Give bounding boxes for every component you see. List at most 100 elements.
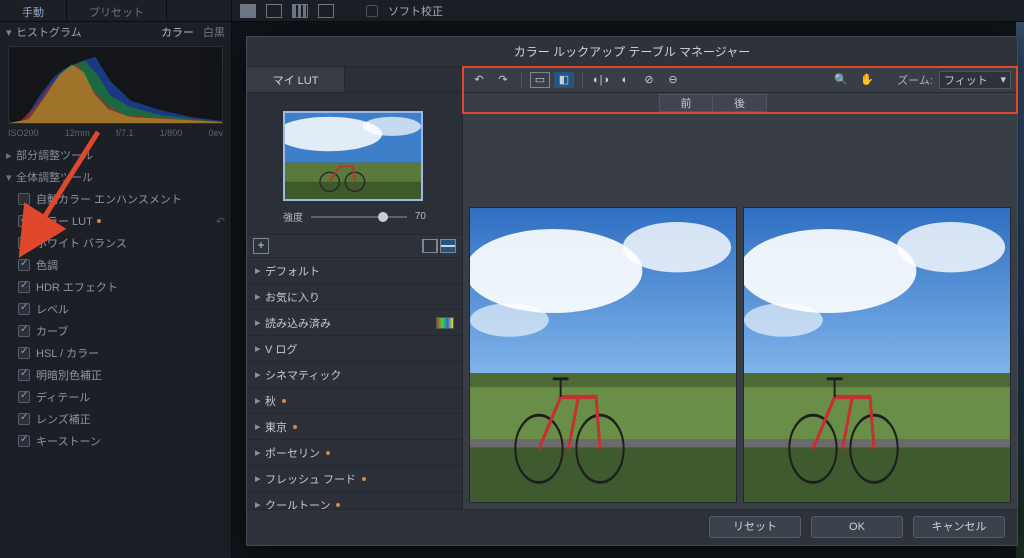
cancel-button[interactable]: キャンセル xyxy=(913,516,1005,538)
adj-curve-check[interactable] xyxy=(18,325,30,337)
adj-lum-check[interactable] xyxy=(18,369,30,381)
adj-color-lut-label: カラー LUT xyxy=(36,213,93,229)
lut-thumbnail[interactable] xyxy=(283,111,423,201)
cat-loaded[interactable]: ▸読み込み済み xyxy=(247,310,462,336)
modal-title: カラー ルックアップ テーブル マネージャー xyxy=(247,37,1017,67)
undo-icon[interactable]: ↶ xyxy=(469,72,489,88)
chevron-down-icon: ▾ xyxy=(1000,73,1006,86)
adj-curve[interactable]: カーブ xyxy=(0,320,231,342)
pan-icon[interactable]: ✋ xyxy=(857,72,877,88)
adj-auto-color-label: 自動カラー エンハンスメント xyxy=(36,191,182,207)
cat-favorite-label: お気に入り xyxy=(265,289,320,305)
compare-over-icon[interactable]: ⊖ xyxy=(663,72,683,88)
single-view-icon[interactable]: ▭ xyxy=(530,72,550,88)
adj-lum-fix[interactable]: 明暗別色補正 xyxy=(0,364,231,386)
cat-vlog[interactable]: ▸V ログ xyxy=(247,336,462,362)
left-tabs: 手動 プリセット xyxy=(0,0,231,22)
adj-detail-check[interactable] xyxy=(18,391,30,403)
meta-focal: 12mm xyxy=(65,128,90,138)
chevron-right-icon: ▸ xyxy=(6,149,16,162)
compare-side-icon[interactable]: ◐|◑ xyxy=(591,72,611,88)
preview-toolbar: ↶ ↷ ▭ ◧ ◐|◑ ◐ ⊘ ⊖ 🔍 ✋ xyxy=(463,67,1017,93)
lut-manager-modal: カラー ルックアップ テーブル マネージャー マイ LUT xyxy=(246,36,1018,546)
cat-porcelain[interactable]: ▸ポーセリン xyxy=(247,440,462,466)
cat-loaded-label: 読み込み済み xyxy=(265,315,331,331)
cat-favorite[interactable]: ▸お気に入り xyxy=(247,284,462,310)
undo-icon[interactable]: ↶ xyxy=(216,215,225,228)
tab-manual[interactable]: 手動 xyxy=(0,0,67,21)
adj-level[interactable]: レベル xyxy=(0,298,231,320)
preview-after[interactable] xyxy=(743,207,1011,503)
compare-area xyxy=(463,113,1017,509)
category-list: ▸デフォルト ▸お気に入り ▸読み込み済み ▸V ログ ▸シネマティック ▸秋 … xyxy=(247,258,462,509)
chevron-down-icon: ▾ xyxy=(6,26,16,39)
adj-hdr[interactable]: HDR エフェクト xyxy=(0,276,231,298)
split-view-icon[interactable]: ◧ xyxy=(554,72,574,88)
reset-button[interactable]: リセット xyxy=(709,516,801,538)
ok-button[interactable]: OK xyxy=(811,516,903,538)
before-button[interactable]: 前 xyxy=(659,94,713,112)
view-mode-grid-icon[interactable] xyxy=(292,4,308,18)
adj-lens[interactable]: レンズ補正 xyxy=(0,408,231,430)
cat-cinematic[interactable]: ▸シネマティック xyxy=(247,362,462,388)
adj-detail-label: ディテール xyxy=(36,389,90,405)
adj-hsl-check[interactable] xyxy=(18,347,30,359)
preview-before[interactable] xyxy=(469,207,737,503)
tab-preset[interactable]: プリセット xyxy=(67,0,167,21)
cat-tokyo[interactable]: ▸東京 xyxy=(247,414,462,440)
group-global[interactable]: ▾全体調整ツール xyxy=(0,166,231,188)
adj-wb-check[interactable] xyxy=(18,237,30,249)
soft-proof-check[interactable] xyxy=(366,5,378,17)
magnify-icon[interactable]: 🔍 xyxy=(831,72,851,88)
group-partial[interactable]: ▸部分調整ツール xyxy=(0,144,231,166)
add-category-button[interactable]: + xyxy=(253,238,269,254)
cat-cool-tone[interactable]: ▸クールトーン xyxy=(247,492,462,509)
view-grid-icon[interactable] xyxy=(422,239,438,253)
adj-keystone-label: キーストーン xyxy=(36,433,101,449)
chevron-down-icon: ▾ xyxy=(6,171,16,184)
cat-fresh-food[interactable]: ▸フレッシュ フード xyxy=(247,466,462,492)
strength-label: 強度 xyxy=(283,209,303,224)
after-button[interactable]: 後 xyxy=(713,94,767,112)
adj-curve-label: カーブ xyxy=(36,323,68,339)
adj-hdr-check[interactable] xyxy=(18,281,30,293)
cat-cinematic-label: シネマティック xyxy=(265,367,341,383)
view-mode-1-icon[interactable] xyxy=(240,4,256,18)
adj-level-check[interactable] xyxy=(18,303,30,315)
cat-cool-tone-label: クールトーン xyxy=(265,497,330,510)
strength-value: 70 xyxy=(415,211,426,222)
histogram-meta: ISO200 12mm f/7.1 1/800 0ev xyxy=(0,126,231,144)
adj-hsl[interactable]: HSL / カラー xyxy=(0,342,231,364)
adj-auto-color-check[interactable] xyxy=(18,193,30,205)
adj-detail[interactable]: ディテール xyxy=(0,386,231,408)
adj-keystone[interactable]: キーストーン xyxy=(0,430,231,452)
zoom-select[interactable]: フィット▾ xyxy=(939,71,1011,89)
cat-autumn[interactable]: ▸秋 xyxy=(247,388,462,414)
adj-color-lut[interactable]: カラー LUT ↶ xyxy=(0,210,231,232)
mode-color[interactable]: カラー xyxy=(161,27,194,39)
adj-lens-check[interactable] xyxy=(18,413,30,425)
cat-default-label: デフォルト xyxy=(265,263,320,279)
compare-vert-icon[interactable]: ⊘ xyxy=(639,72,659,88)
adj-tone-check[interactable] xyxy=(18,259,30,271)
adjust-list: 自動カラー エンハンスメント カラー LUT ↶ ホワイト バランス 色調 HDR… xyxy=(0,188,231,452)
adj-tone[interactable]: 色調 xyxy=(0,254,231,276)
histogram-header[interactable]: ▾ ヒストグラム カラー 白黒 xyxy=(0,22,231,42)
adj-keystone-check[interactable] xyxy=(18,435,30,447)
mode-bw[interactable]: 白黒 xyxy=(203,27,225,39)
slider-knob[interactable] xyxy=(378,212,388,222)
compare-half-icon[interactable]: ◐ xyxy=(615,72,635,88)
adj-auto-color[interactable]: 自動カラー エンハンスメント xyxy=(0,188,231,210)
view-mode-2-icon[interactable] xyxy=(266,4,282,18)
view-mode-3-icon[interactable] xyxy=(318,4,334,18)
tab-my-lut[interactable]: マイ LUT xyxy=(247,67,345,92)
adj-color-lut-check[interactable] xyxy=(18,215,30,227)
cat-default[interactable]: ▸デフォルト xyxy=(247,258,462,284)
group-global-label: 全体調整ツール xyxy=(16,172,93,184)
view-list-icon[interactable] xyxy=(440,239,456,253)
redo-icon[interactable]: ↷ xyxy=(493,72,513,88)
adj-white-balance[interactable]: ホワイト バランス xyxy=(0,232,231,254)
before-after-row: 前 後 xyxy=(463,93,1017,113)
cat-vlog-label: V ログ xyxy=(265,341,297,357)
strength-slider[interactable] xyxy=(311,216,407,218)
